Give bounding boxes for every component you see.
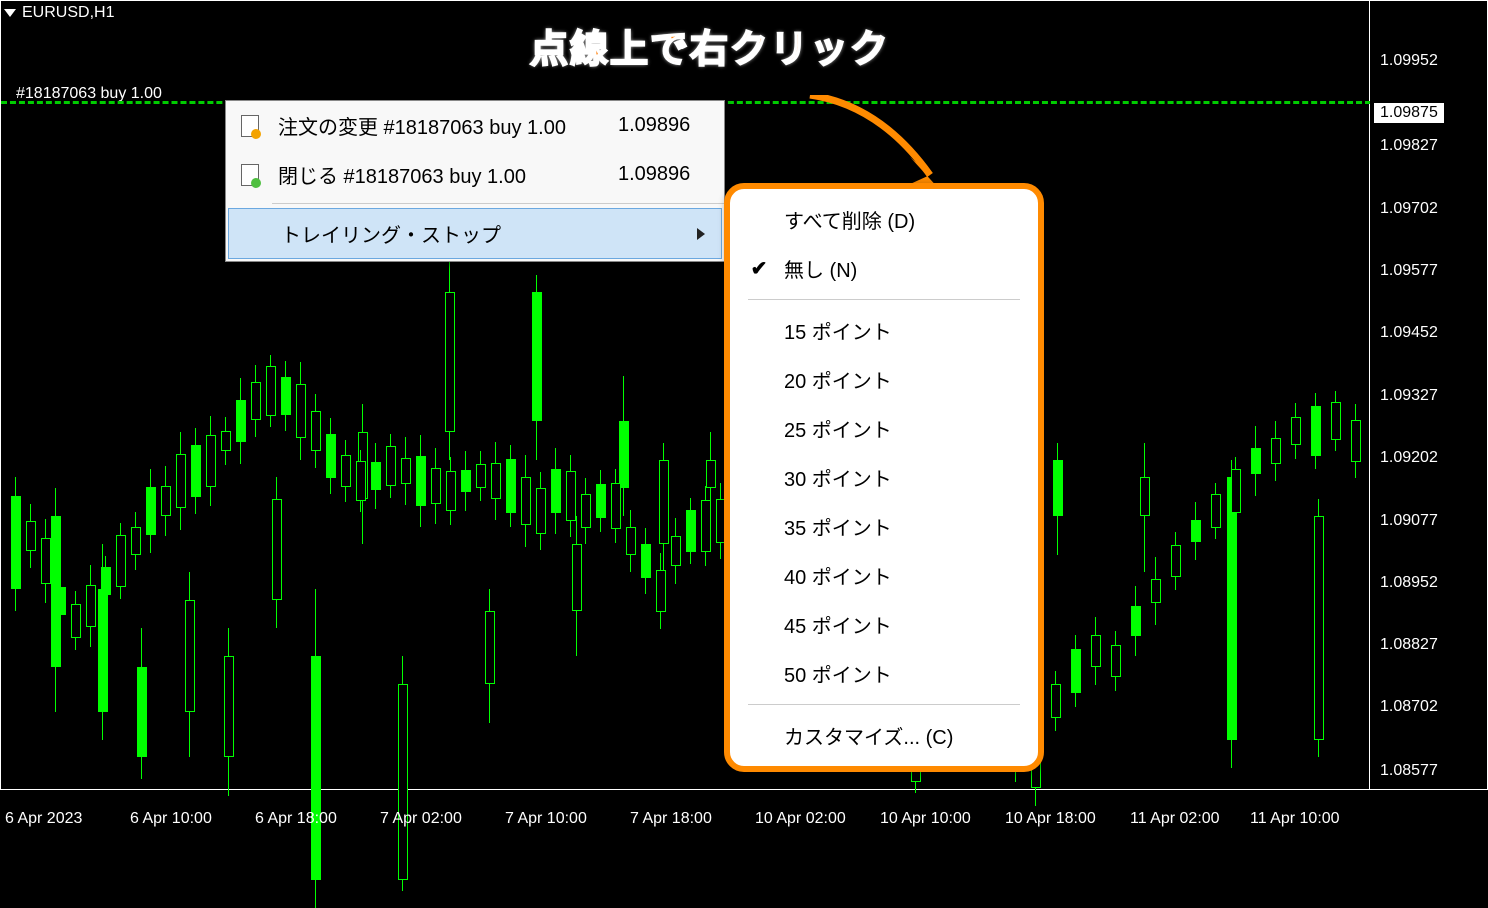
submenu-item-points[interactable]: 15 ポイント <box>730 306 1038 355</box>
price-tick: 1.08952 <box>1380 574 1438 592</box>
menu-label: トレイリング・ストップ <box>281 219 683 248</box>
time-tick: 6 Apr 10:00 <box>130 810 212 828</box>
submenu-label: 25 ポイント <box>784 414 892 443</box>
time-tick: 10 Apr 02:00 <box>755 810 846 828</box>
order-context-menu: 注文の変更 #18187063 buy 1.00 1.09896 閉じる #18… <box>225 100 725 262</box>
submenu-item-points[interactable]: 20 ポイント <box>730 355 1038 404</box>
submenu-arrow-icon <box>697 228 705 240</box>
price-tick: 1.09875 <box>1374 103 1444 123</box>
time-tick: 7 Apr 18:00 <box>630 810 712 828</box>
menu-value: 1.09896 <box>598 114 708 137</box>
menu-item-close-order[interactable]: 閉じる #18187063 buy 1.00 1.09896 <box>226 150 724 199</box>
submenu-label: 35 ポイント <box>784 512 892 541</box>
submenu-label: カスタマイズ... (C) <box>784 721 953 750</box>
time-tick: 10 Apr 10:00 <box>880 810 971 828</box>
submenu-label: 20 ポイント <box>784 365 892 394</box>
document-gear-icon <box>241 115 259 137</box>
dropdown-icon[interactable] <box>4 9 16 17</box>
price-tick: 1.09327 <box>1380 387 1438 405</box>
time-tick: 7 Apr 02:00 <box>380 810 462 828</box>
menu-item-trailing-stop[interactable]: トレイリング・ストップ <box>228 208 722 259</box>
menu-separator <box>748 299 1020 300</box>
time-tick: 6 Apr 18:00 <box>255 810 337 828</box>
trailing-stop-submenu: すべて削除 (D) ✔ 無し (N) 15 ポイント 20 ポイント 25 ポイント… <box>724 183 1044 772</box>
price-tick: 1.09577 <box>1380 262 1438 280</box>
time-tick: 10 Apr 18:00 <box>1005 810 1096 828</box>
price-tick: 1.09952 <box>1380 52 1438 70</box>
submenu-item-customize[interactable]: カスタマイズ... (C) <box>730 711 1038 760</box>
submenu-label: 無し (N) <box>784 254 857 283</box>
submenu-item-points[interactable]: 35 ポイント <box>730 502 1038 551</box>
submenu-label: 30 ポイント <box>784 463 892 492</box>
menu-separator <box>272 203 724 204</box>
submenu-label: 45 ポイント <box>784 610 892 639</box>
symbol-label: EURUSD,H1 <box>22 4 114 22</box>
submenu-item-delete-all[interactable]: すべて削除 (D) <box>730 195 1038 244</box>
menu-item-modify-order[interactable]: 注文の変更 #18187063 buy 1.00 1.09896 <box>226 101 724 150</box>
submenu-item-points[interactable]: 45 ポイント <box>730 600 1038 649</box>
annotation-text: 点線上で右クリック <box>530 18 890 73</box>
submenu-label: すべて削除 (D) <box>784 205 915 234</box>
submenu-item-points[interactable]: 40 ポイント <box>730 551 1038 600</box>
price-tick: 1.09202 <box>1380 449 1438 467</box>
submenu-item-points[interactable]: 50 ポイント <box>730 649 1038 698</box>
price-tick: 1.09827 <box>1380 137 1438 155</box>
price-tick: 1.09452 <box>1380 324 1438 342</box>
menu-label: 注文の変更 #18187063 buy 1.00 <box>278 111 584 140</box>
time-tick: 6 Apr 2023 <box>5 810 82 828</box>
menu-separator <box>748 704 1020 705</box>
submenu-label: 40 ポイント <box>784 561 892 590</box>
price-tick: 1.08702 <box>1380 698 1438 716</box>
submenu-label: 15 ポイント <box>784 316 892 345</box>
submenu-item-points[interactable]: 30 ポイント <box>730 453 1038 502</box>
time-tick: 11 Apr 10:00 <box>1250 810 1340 828</box>
submenu-item-points[interactable]: 25 ポイント <box>730 404 1038 453</box>
price-tick: 1.09077 <box>1380 512 1438 530</box>
menu-value: 1.09896 <box>598 163 708 186</box>
price-tick: 1.08577 <box>1380 762 1438 780</box>
check-icon: ✔ <box>748 256 770 281</box>
submenu-item-none[interactable]: ✔ 無し (N) <box>730 244 1038 293</box>
time-tick: 11 Apr 02:00 <box>1130 810 1220 828</box>
symbol-header[interactable]: EURUSD,H1 <box>4 4 114 22</box>
price-axis: 1.09952 1.09875 1.09827 1.09702 1.09577 1.094… <box>1370 0 1488 790</box>
submenu-label: 50 ポイント <box>784 659 892 688</box>
time-axis: 6 Apr 2023 6 Apr 10:00 6 Apr 18:00 7 Apr 02… <box>0 790 1370 830</box>
document-check-icon <box>241 164 259 186</box>
price-tick: 1.08827 <box>1380 636 1438 654</box>
menu-label: 閉じる #18187063 buy 1.00 <box>278 160 584 189</box>
price-tick: 1.09702 <box>1380 200 1438 218</box>
time-tick: 7 Apr 10:00 <box>505 810 587 828</box>
